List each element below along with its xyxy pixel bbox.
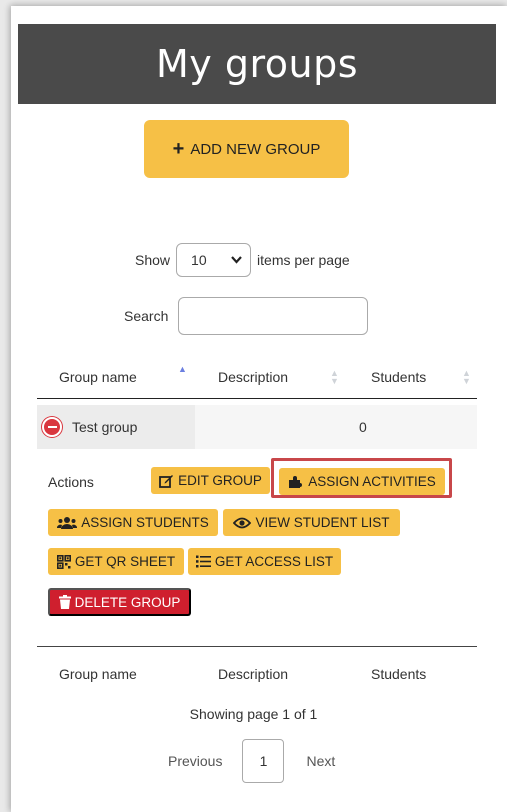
previous-page-link[interactable]: Previous <box>168 753 222 769</box>
column-header-students[interactable]: Students <box>371 369 426 385</box>
column-header-group-name[interactable]: Group name <box>59 369 137 385</box>
edit-icon <box>159 474 174 488</box>
table-row[interactable]: Test group 0 <box>37 405 477 449</box>
page-number-button[interactable]: 1 <box>242 739 285 783</box>
group-name: Test group <box>72 419 138 435</box>
column-header-description[interactable]: Description <box>218 369 288 385</box>
qr-code-icon <box>56 554 71 569</box>
view-student-list-button[interactable]: VIEW STUDENT LIST <box>223 509 400 536</box>
page-size-select[interactable]: 10 <box>176 243 252 277</box>
sort-asc-icon: ▲ <box>178 364 187 374</box>
delete-group-button[interactable]: DELETE GROUP <box>48 588 191 616</box>
group-details-cell: 0 <box>195 405 477 449</box>
show-label: Show <box>135 252 171 268</box>
table-header: Group name ▲ Description ▲ ▼ Students ▲ ▼ <box>37 355 477 399</box>
table-footer-header: Group name Description Students <box>37 646 477 700</box>
next-page-link[interactable]: Next <box>306 753 335 769</box>
assign-activities-button[interactable]: ASSIGN ACTIVITIES <box>279 468 445 495</box>
assign-students-button[interactable]: ASSIGN STUDENTS <box>48 509 218 536</box>
puzzle-icon <box>288 475 304 489</box>
trash-icon <box>58 595 71 609</box>
search-label: Search <box>124 308 169 324</box>
users-icon <box>57 516 78 529</box>
add-new-group-button[interactable]: + ADD NEW GROUP <box>144 120 349 178</box>
actions-label: Actions <box>48 474 94 490</box>
footer-column-description: Description <box>218 665 289 682</box>
pagination: Previous 1 Next <box>168 739 335 783</box>
pagination-status: Showing page 1 of 1 <box>189 706 318 722</box>
sort-icon: ▲ ▼ <box>462 368 471 386</box>
add-new-group-label: ADD NEW GROUP <box>190 140 321 158</box>
eye-icon <box>233 517 252 529</box>
sort-icon: ▲ ▼ <box>330 368 339 386</box>
student-count: 0 <box>359 419 367 435</box>
footer-column-group-name: Group name <box>59 665 137 682</box>
page-size-control: Show 10 items per page <box>135 243 350 277</box>
page-title: My groups <box>155 42 358 86</box>
get-access-list-button[interactable]: GET ACCESS LIST <box>188 548 341 575</box>
collapse-row-icon[interactable] <box>42 417 62 437</box>
chevron-down-icon <box>231 253 242 267</box>
search-control: Search <box>124 297 369 335</box>
list-icon <box>195 555 211 568</box>
per-page-label: items per page <box>257 252 350 268</box>
plus-icon: + <box>172 137 185 160</box>
page-size-value: 10 <box>191 252 207 268</box>
page-header: My groups <box>18 24 496 104</box>
footer-column-students: Students <box>371 665 427 682</box>
get-qr-sheet-button[interactable]: GET QR SHEET <box>48 548 184 575</box>
group-name-cell: Test group <box>37 405 195 449</box>
edit-group-button[interactable]: EDIT GROUP <box>151 467 270 494</box>
search-input[interactable] <box>178 297 369 335</box>
